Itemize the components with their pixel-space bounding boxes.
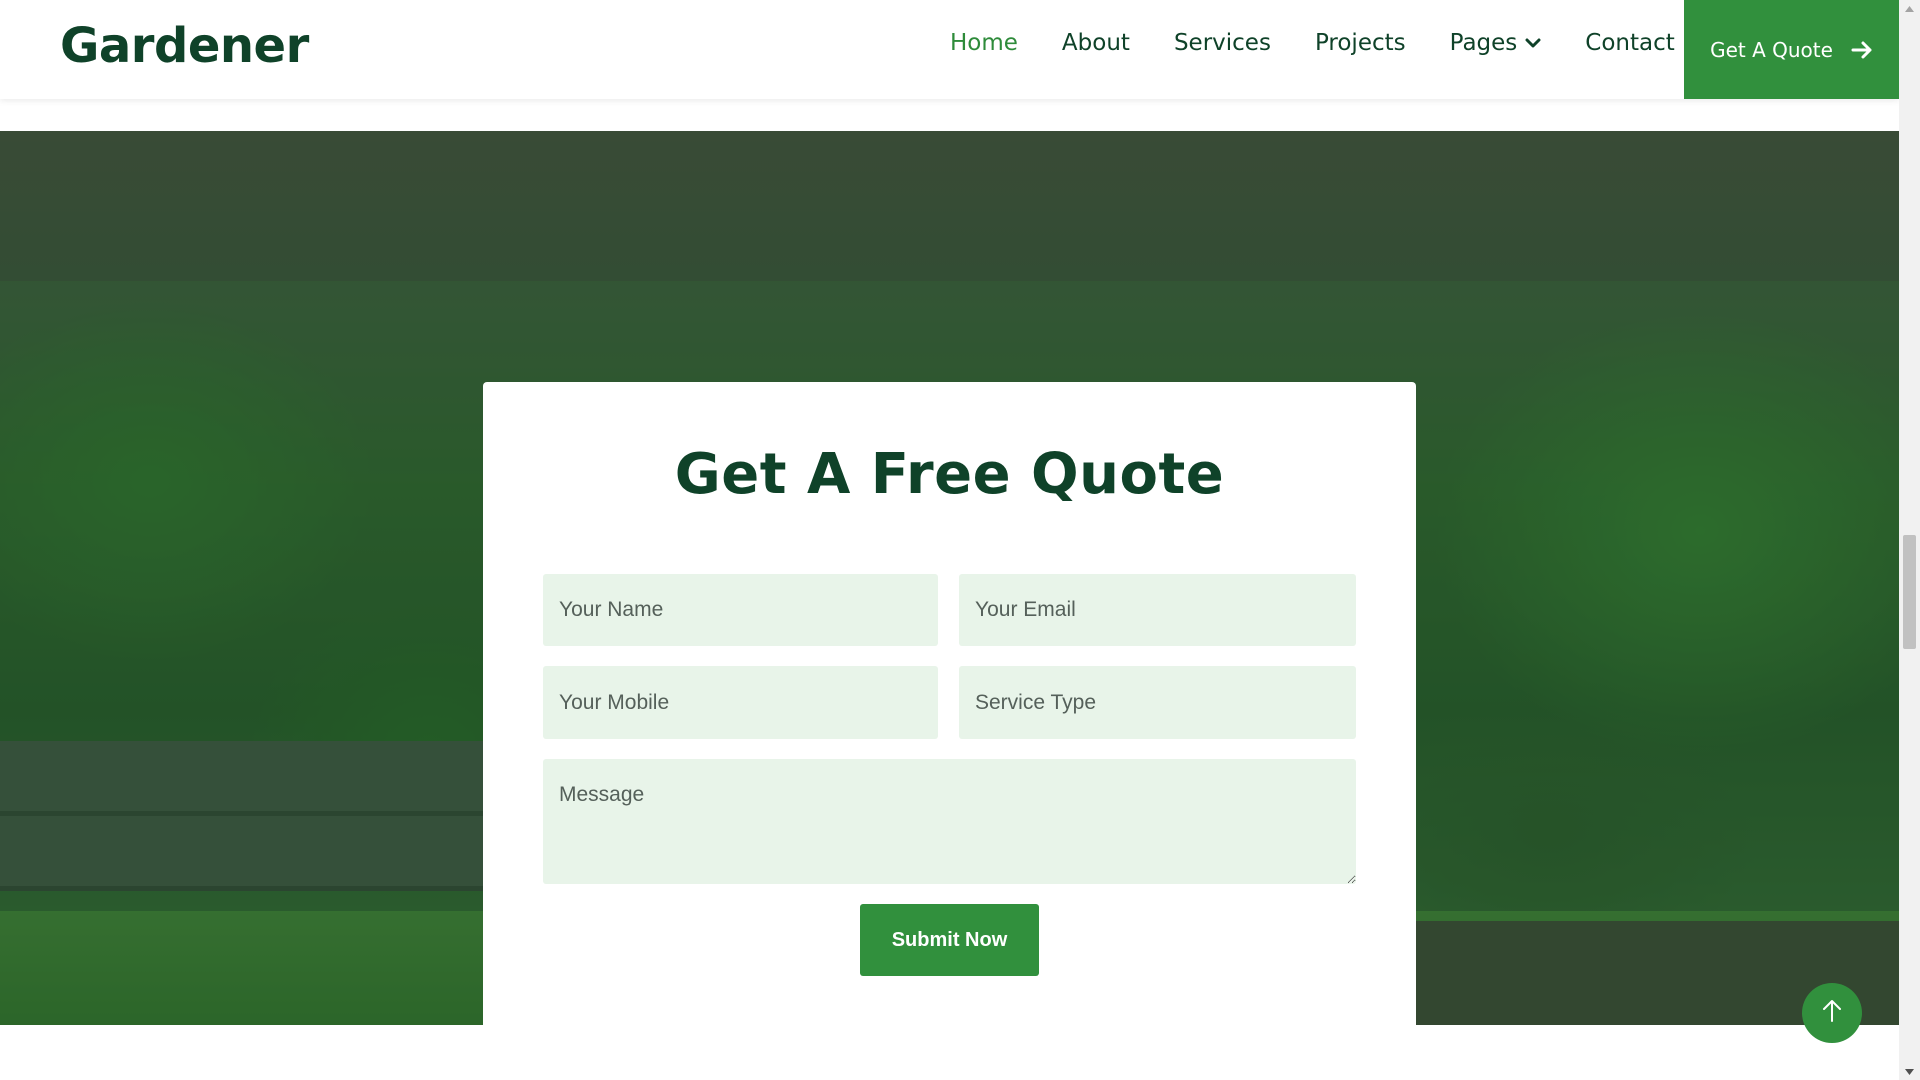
scroll-up-arrow-icon[interactable]: [1899, 0, 1920, 17]
arrow-right-icon: [1851, 40, 1873, 60]
navbar: Gardener Home About Services Projects Pa…: [0, 0, 1899, 99]
email-input[interactable]: [959, 574, 1356, 646]
nav-link-label: Home: [950, 30, 1018, 56]
get-a-quote-button[interactable]: Get A Quote: [1684, 0, 1899, 99]
nav-link-pages[interactable]: Pages: [1450, 30, 1542, 56]
nav-link-contact[interactable]: Contact: [1585, 30, 1674, 56]
quote-form-card: Get A Free Quote Submit Now: [483, 382, 1416, 1025]
nav-link-label: Projects: [1314, 30, 1406, 56]
scrollbar-thumb[interactable]: [1903, 535, 1916, 649]
chevron-down-icon: [1525, 37, 1541, 49]
message-textarea[interactable]: [543, 759, 1356, 884]
service-type-input[interactable]: [959, 666, 1356, 739]
quote-form-title: Get A Free Quote: [674, 442, 1225, 507]
arrow-up-icon: [1821, 998, 1843, 1029]
get-a-quote-label: Get A Quote: [1710, 37, 1833, 62]
nav-link-label: Services: [1173, 30, 1271, 56]
nav-link-label: Contact: [1585, 30, 1675, 56]
brand-logo[interactable]: Gardener: [60, 18, 309, 74]
mobile-input[interactable]: [543, 666, 938, 739]
nav-link-projects[interactable]: Projects: [1315, 30, 1406, 56]
nav-link-label: About: [1061, 30, 1130, 56]
nav-link-services[interactable]: Services: [1174, 30, 1271, 56]
page-scrollbar[interactable]: [1899, 0, 1920, 1080]
nav-link-label: Pages: [1449, 30, 1518, 56]
nav-link-about[interactable]: About: [1062, 30, 1130, 56]
main-nav: Home About Services Projects Pages Conta…: [950, 30, 1719, 56]
back-to-top-button[interactable]: [1802, 983, 1862, 1043]
submit-button[interactable]: Submit Now: [860, 904, 1039, 976]
scroll-down-arrow-icon[interactable]: [1899, 1063, 1920, 1080]
nav-link-home[interactable]: Home: [950, 30, 1018, 56]
page: Gardener Home About Services Projects Pa…: [0, 0, 1920, 1080]
quote-section-background: Get A Free Quote Submit Now: [0, 131, 1899, 1025]
name-input[interactable]: [543, 574, 938, 646]
